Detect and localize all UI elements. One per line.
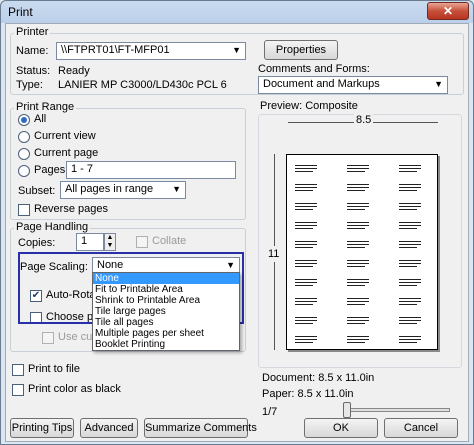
dialog-client: Printer Name: \\FTPRT01\FT-MFP01 ▼ Prope… xyxy=(5,23,469,442)
copies-label: Copies: xyxy=(18,237,56,249)
range-current-view-radio[interactable] xyxy=(18,131,30,143)
page-indicator: 1/7 xyxy=(262,406,278,418)
scaling-option-booklet[interactable]: Booklet Printing xyxy=(93,339,239,350)
chevron-down-icon: ▼ xyxy=(434,79,443,89)
reverse-pages-label: Reverse pages xyxy=(34,203,108,215)
print-to-file-label: Print to file xyxy=(28,363,80,375)
preview-height-label: 11 xyxy=(268,246,280,262)
preview-label-block xyxy=(347,222,369,232)
preview-label-block xyxy=(399,241,421,251)
printer-type-value: LANIER MP C3000/LD430c PCL 6 xyxy=(58,79,227,91)
preview-label: Preview: Composite xyxy=(260,100,358,112)
preview-label-block xyxy=(295,317,317,327)
summarize-comments-button[interactable]: Summarize Comments xyxy=(144,418,257,438)
comments-forms-select[interactable]: Document and Markups ▼ xyxy=(258,76,448,94)
preview-label-block xyxy=(399,222,421,232)
preview-label-block xyxy=(347,298,369,308)
range-pages-radio[interactable] xyxy=(18,165,30,177)
preview-page-slider-track[interactable] xyxy=(346,408,450,412)
pages-input[interactable]: 1 - 7 xyxy=(66,161,236,179)
preview-width-label: 8.5 xyxy=(354,114,374,126)
properties-button[interactable]: Properties xyxy=(264,40,338,60)
preview-label-block xyxy=(295,203,317,213)
printer-type-label: Type: xyxy=(16,79,43,91)
preview-label-block xyxy=(399,203,421,213)
preview-label-block xyxy=(347,165,369,175)
range-current-page-radio[interactable] xyxy=(18,148,30,160)
preview-label-block xyxy=(295,279,317,289)
close-button[interactable]: ✕ xyxy=(427,2,469,20)
subset-label: Subset: xyxy=(18,185,56,197)
preview-label-block xyxy=(295,184,317,194)
scaling-option-tile-large[interactable]: Tile large pages xyxy=(93,306,239,317)
paper-size: Paper: 8.5 x 11.0in xyxy=(262,388,354,400)
preview-label-block xyxy=(347,184,369,194)
preview-label-block xyxy=(347,260,369,270)
preview-label-block xyxy=(399,298,421,308)
page-handling-label: Page Handling xyxy=(14,221,91,233)
title-bar[interactable]: Print ✕ xyxy=(1,1,473,23)
comments-forms-value: Document and Markups xyxy=(263,78,380,90)
scaling-option-none[interactable]: None xyxy=(93,273,239,284)
preview-label-block xyxy=(399,336,421,346)
preview-label-block xyxy=(295,222,317,232)
subset-select[interactable]: All pages in range ▼ xyxy=(60,181,186,199)
preview-label-block xyxy=(399,317,421,327)
printer-name-label: Name: xyxy=(16,45,49,57)
print-color-black-checkbox[interactable] xyxy=(12,384,24,396)
preview-label-block xyxy=(399,165,421,175)
document-size: Document: 8.5 x 11.0in xyxy=(262,372,375,384)
preview-label-block xyxy=(347,241,369,251)
preview-page xyxy=(286,154,438,350)
preview-label-block xyxy=(347,203,369,213)
printer-group-label: Printer xyxy=(14,26,51,38)
preview-page-slider-thumb[interactable] xyxy=(343,402,351,418)
chevron-down-icon: ▼ xyxy=(172,184,181,194)
preview-label-block xyxy=(295,336,317,346)
preview-label-block xyxy=(295,298,317,308)
preview-label-block xyxy=(399,184,421,194)
cancel-button[interactable]: Cancel xyxy=(384,418,458,438)
preview-label-block xyxy=(295,241,317,251)
printer-status-label: Status: xyxy=(16,65,51,77)
print-color-black-label: Print color as black xyxy=(28,383,121,395)
range-all-label: All xyxy=(34,113,47,125)
preview-label-block xyxy=(347,336,369,346)
preview-label-block xyxy=(399,260,421,270)
page-scaling-dropdown-list[interactable]: None Fit to Printable Area Shrink to Pri… xyxy=(92,272,240,351)
range-current-view-label: Current view xyxy=(34,130,96,142)
ok-button[interactable]: OK xyxy=(304,418,378,438)
print-dialog: Print ✕ Printer Name: \\FTPRT01\FT-MFP01… xyxy=(0,0,474,445)
copies-stepper[interactable]: ▲ ▼ xyxy=(104,233,116,251)
copies-input[interactable]: 1 xyxy=(76,233,104,251)
scaling-option-shrink[interactable]: Shrink to Printable Area xyxy=(93,295,239,306)
preview-label-block xyxy=(295,165,317,175)
preview-label-block xyxy=(399,279,421,289)
comments-forms-label: Comments and Forms: xyxy=(258,63,370,75)
printer-status-value: Ready xyxy=(58,65,90,77)
reverse-pages-checkbox[interactable] xyxy=(18,204,30,216)
print-to-file-checkbox[interactable] xyxy=(12,364,24,376)
scaling-option-tile-all[interactable]: Tile all pages xyxy=(93,317,239,328)
printer-name-select[interactable]: \\FTPRT01\FT-MFP01 ▼ xyxy=(56,42,246,60)
preview-label-block xyxy=(347,279,369,289)
use-custom-checkbox[interactable] xyxy=(42,332,54,344)
preview-label-block xyxy=(347,317,369,327)
chevron-down-icon: ▼ xyxy=(232,45,241,55)
advanced-button[interactable]: Advanced xyxy=(80,418,138,438)
printing-tips-button[interactable]: Printing Tips xyxy=(10,418,74,438)
collate-label: Collate xyxy=(152,235,187,247)
print-range-label: Print Range xyxy=(14,101,77,113)
printer-name-value: \\FTPRT01\FT-MFP01 xyxy=(61,44,170,56)
range-all-radio[interactable] xyxy=(18,114,30,126)
range-current-page-label: Current page xyxy=(34,147,99,159)
preview-label-block xyxy=(295,260,317,270)
range-pages-label: Pages xyxy=(34,164,66,176)
scaling-option-multiple[interactable]: Multiple pages per sheet xyxy=(93,328,239,339)
subset-value: All pages in range xyxy=(65,183,154,195)
window-title: Print xyxy=(8,5,33,19)
collate-checkbox[interactable] xyxy=(136,236,148,248)
scaling-option-fit[interactable]: Fit to Printable Area xyxy=(93,284,239,295)
